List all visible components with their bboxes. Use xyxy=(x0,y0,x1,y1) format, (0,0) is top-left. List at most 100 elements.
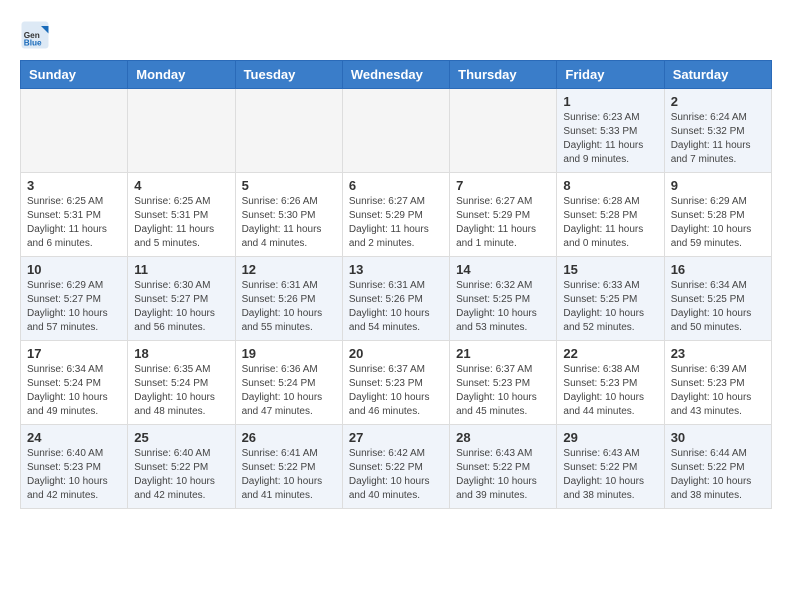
day-info: Sunrise: 6:37 AM Sunset: 5:23 PM Dayligh… xyxy=(349,363,443,419)
day-info: Sunrise: 6:31 AM Sunset: 5:26 PM Dayligh… xyxy=(242,279,336,335)
day-info: Sunrise: 6:36 AM Sunset: 5:24 PM Dayligh… xyxy=(242,363,336,419)
day-info: Sunrise: 6:38 AM Sunset: 5:23 PM Dayligh… xyxy=(563,363,657,419)
calendar-day-empty xyxy=(450,89,557,173)
calendar-day-11: 11 Sunrise: 6:30 AM Sunset: 5:27 PM Dayli… xyxy=(128,257,235,341)
calendar-day-8: 8 Sunrise: 6:28 AM Sunset: 5:28 PM Daylig… xyxy=(557,173,664,257)
day-number: 7 xyxy=(456,178,550,193)
calendar-day-15: 15 Sunrise: 6:33 AM Sunset: 5:25 PM Dayli… xyxy=(557,257,664,341)
svg-text:Blue: Blue xyxy=(24,39,42,48)
day-number: 26 xyxy=(242,430,336,445)
calendar-day-30: 30 Sunrise: 6:44 AM Sunset: 5:22 PM Dayli… xyxy=(664,425,771,509)
day-number: 11 xyxy=(134,262,228,277)
weekday-header-monday: Monday xyxy=(128,61,235,89)
header: Gen Blue xyxy=(20,20,772,50)
calendar-day-14: 14 Sunrise: 6:32 AM Sunset: 5:25 PM Dayli… xyxy=(450,257,557,341)
day-info: Sunrise: 6:24 AM Sunset: 5:32 PM Dayligh… xyxy=(671,111,765,167)
day-number: 2 xyxy=(671,94,765,109)
day-info: Sunrise: 6:29 AM Sunset: 5:27 PM Dayligh… xyxy=(27,279,121,335)
day-info: Sunrise: 6:40 AM Sunset: 5:22 PM Dayligh… xyxy=(134,447,228,503)
day-number: 30 xyxy=(671,430,765,445)
day-number: 25 xyxy=(134,430,228,445)
day-number: 29 xyxy=(563,430,657,445)
day-number: 17 xyxy=(27,346,121,361)
day-info: Sunrise: 6:25 AM Sunset: 5:31 PM Dayligh… xyxy=(134,195,228,251)
day-info: Sunrise: 6:30 AM Sunset: 5:27 PM Dayligh… xyxy=(134,279,228,335)
calendar-day-3: 3Sunrise: 6:25 AM Sunset: 5:31 PM Daylig… xyxy=(21,173,128,257)
day-info: Sunrise: 6:44 AM Sunset: 5:22 PM Dayligh… xyxy=(671,447,765,503)
day-info: Sunrise: 6:37 AM Sunset: 5:23 PM Dayligh… xyxy=(456,363,550,419)
calendar-day-2: 2 Sunrise: 6:24 AM Sunset: 5:32 PM Daylig… xyxy=(664,89,771,173)
day-number: 10 xyxy=(27,262,121,277)
calendar-day-29: 29 Sunrise: 6:43 AM Sunset: 5:22 PM Dayli… xyxy=(557,425,664,509)
day-number: 9 xyxy=(671,178,765,193)
day-info: Sunrise: 6:35 AM Sunset: 5:24 PM Dayligh… xyxy=(134,363,228,419)
day-info: Sunrise: 6:28 AM Sunset: 5:28 PM Dayligh… xyxy=(563,195,657,251)
day-info: Sunrise: 6:26 AM Sunset: 5:30 PM Dayligh… xyxy=(242,195,336,251)
day-info: Sunrise: 6:34 AM Sunset: 5:24 PM Dayligh… xyxy=(27,363,121,419)
calendar-day-25: 25 Sunrise: 6:40 AM Sunset: 5:22 PM Dayli… xyxy=(128,425,235,509)
day-number: 23 xyxy=(671,346,765,361)
day-number: 27 xyxy=(349,430,443,445)
calendar-week-row: 17 Sunrise: 6:34 AM Sunset: 5:24 PM Dayli… xyxy=(21,341,772,425)
weekday-header-sunday: Sunday xyxy=(21,61,128,89)
weekday-header-friday: Friday xyxy=(557,61,664,89)
calendar-day-21: 21 Sunrise: 6:37 AM Sunset: 5:23 PM Dayli… xyxy=(450,341,557,425)
calendar-day-5: 5Sunrise: 6:26 AM Sunset: 5:30 PM Daylig… xyxy=(235,173,342,257)
calendar-day-6: 6 Sunrise: 6:27 AM Sunset: 5:29 PM Daylig… xyxy=(342,173,449,257)
weekday-header-saturday: Saturday xyxy=(664,61,771,89)
calendar-day-24: 24 Sunrise: 6:40 AM Sunset: 5:23 PM Dayli… xyxy=(21,425,128,509)
calendar-day-26: 26 Sunrise: 6:41 AM Sunset: 5:22 PM Dayli… xyxy=(235,425,342,509)
day-number: 18 xyxy=(134,346,228,361)
calendar-day-17: 17 Sunrise: 6:34 AM Sunset: 5:24 PM Dayli… xyxy=(21,341,128,425)
calendar-week-row: 24 Sunrise: 6:40 AM Sunset: 5:23 PM Dayli… xyxy=(21,425,772,509)
day-number: 22 xyxy=(563,346,657,361)
day-number: 8 xyxy=(563,178,657,193)
day-info: Sunrise: 6:27 AM Sunset: 5:29 PM Dayligh… xyxy=(349,195,443,251)
day-info: Sunrise: 6:41 AM Sunset: 5:22 PM Dayligh… xyxy=(242,447,336,503)
day-number: 14 xyxy=(456,262,550,277)
calendar-week-row: 3Sunrise: 6:25 AM Sunset: 5:31 PM Daylig… xyxy=(21,173,772,257)
calendar-week-row: 10 Sunrise: 6:29 AM Sunset: 5:27 PM Dayli… xyxy=(21,257,772,341)
day-number: 12 xyxy=(242,262,336,277)
day-info: Sunrise: 6:32 AM Sunset: 5:25 PM Dayligh… xyxy=(456,279,550,335)
day-info: Sunrise: 6:43 AM Sunset: 5:22 PM Dayligh… xyxy=(563,447,657,503)
calendar-day-13: 13Sunrise: 6:31 AM Sunset: 5:26 PM Dayli… xyxy=(342,257,449,341)
calendar-week-row: 1Sunrise: 6:23 AM Sunset: 5:33 PM Daylig… xyxy=(21,89,772,173)
day-info: Sunrise: 6:33 AM Sunset: 5:25 PM Dayligh… xyxy=(563,279,657,335)
calendar-day-16: 16 Sunrise: 6:34 AM Sunset: 5:25 PM Dayli… xyxy=(664,257,771,341)
calendar-day-20: 20 Sunrise: 6:37 AM Sunset: 5:23 PM Dayli… xyxy=(342,341,449,425)
day-number: 16 xyxy=(671,262,765,277)
calendar-day-1: 1Sunrise: 6:23 AM Sunset: 5:33 PM Daylig… xyxy=(557,89,664,173)
calendar-day-27: 27 Sunrise: 6:42 AM Sunset: 5:22 PM Dayli… xyxy=(342,425,449,509)
calendar-day-empty xyxy=(21,89,128,173)
calendar-day-empty xyxy=(235,89,342,173)
day-info: Sunrise: 6:31 AM Sunset: 5:26 PM Dayligh… xyxy=(349,279,443,335)
day-number: 21 xyxy=(456,346,550,361)
calendar-day-23: 23Sunrise: 6:39 AM Sunset: 5:23 PM Dayli… xyxy=(664,341,771,425)
day-number: 15 xyxy=(563,262,657,277)
day-info: Sunrise: 6:40 AM Sunset: 5:23 PM Dayligh… xyxy=(27,447,121,503)
weekday-header-wednesday: Wednesday xyxy=(342,61,449,89)
logo-icon: Gen Blue xyxy=(20,20,50,50)
calendar-day-9: 9 Sunrise: 6:29 AM Sunset: 5:28 PM Daylig… xyxy=(664,173,771,257)
logo: Gen Blue xyxy=(20,20,55,50)
day-info: Sunrise: 6:25 AM Sunset: 5:31 PM Dayligh… xyxy=(27,195,121,251)
calendar-day-22: 22 Sunrise: 6:38 AM Sunset: 5:23 PM Dayli… xyxy=(557,341,664,425)
calendar-day-empty xyxy=(342,89,449,173)
weekday-header-tuesday: Tuesday xyxy=(235,61,342,89)
calendar-day-empty xyxy=(128,89,235,173)
day-info: Sunrise: 6:34 AM Sunset: 5:25 PM Dayligh… xyxy=(671,279,765,335)
weekday-header-thursday: Thursday xyxy=(450,61,557,89)
day-number: 28 xyxy=(456,430,550,445)
calendar-day-18: 18 Sunrise: 6:35 AM Sunset: 5:24 PM Dayli… xyxy=(128,341,235,425)
day-number: 6 xyxy=(349,178,443,193)
day-number: 20 xyxy=(349,346,443,361)
day-number: 24 xyxy=(27,430,121,445)
day-info: Sunrise: 6:29 AM Sunset: 5:28 PM Dayligh… xyxy=(671,195,765,251)
day-number: 19 xyxy=(242,346,336,361)
day-info: Sunrise: 6:27 AM Sunset: 5:29 PM Dayligh… xyxy=(456,195,550,251)
calendar: SundayMondayTuesdayWednesdayThursdayFrid… xyxy=(20,60,772,509)
day-info: Sunrise: 6:42 AM Sunset: 5:22 PM Dayligh… xyxy=(349,447,443,503)
day-info: Sunrise: 6:43 AM Sunset: 5:22 PM Dayligh… xyxy=(456,447,550,503)
calendar-day-12: 12 Sunrise: 6:31 AM Sunset: 5:26 PM Dayli… xyxy=(235,257,342,341)
